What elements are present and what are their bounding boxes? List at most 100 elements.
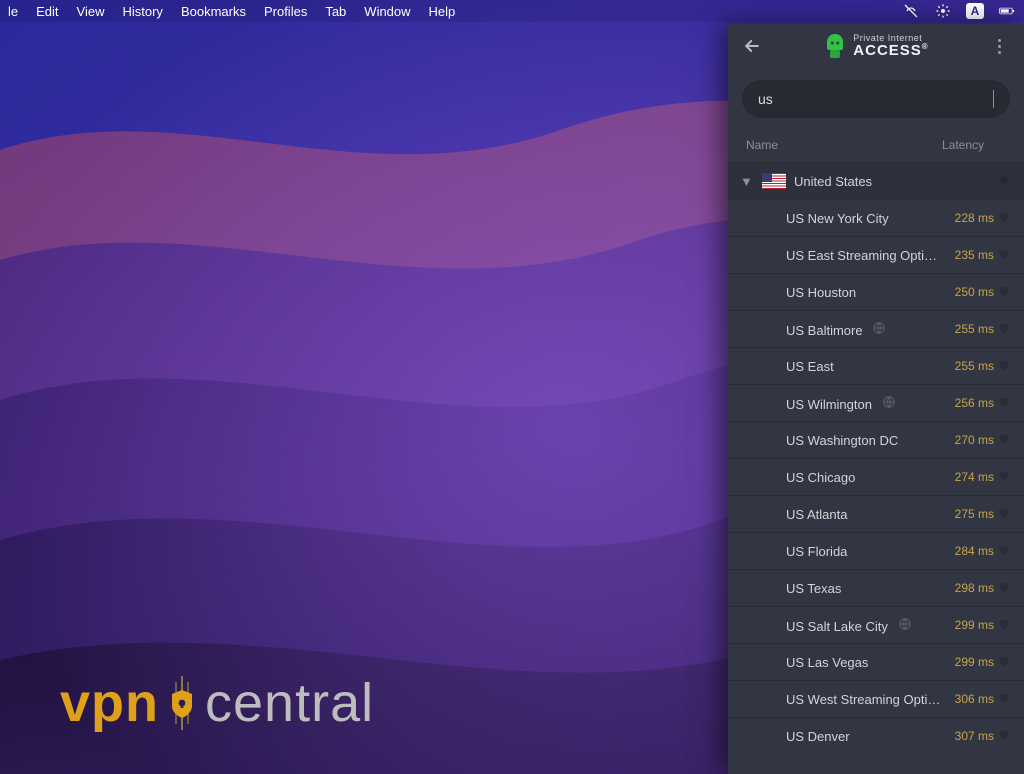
server-name: US Baltimore xyxy=(786,321,942,338)
server-row[interactable]: US Washington DC270 ms xyxy=(728,421,1024,458)
server-row[interactable]: US Atlanta275 ms xyxy=(728,495,1024,532)
menu-item[interactable]: Edit xyxy=(36,4,58,19)
favorite-icon[interactable] xyxy=(994,543,1014,560)
column-headers: Name Latency xyxy=(728,132,1024,162)
server-latency: 306 ms xyxy=(942,692,994,706)
server-latency: 255 ms xyxy=(942,359,994,373)
server-name: US Houston xyxy=(786,285,942,300)
back-button[interactable] xyxy=(738,32,766,60)
input-source-badge[interactable]: A xyxy=(966,3,984,19)
brand-bottom: ACCESS® xyxy=(853,43,928,58)
col-name[interactable]: Name xyxy=(746,138,778,152)
server-name: US Denver xyxy=(786,729,942,744)
menu-item[interactable]: Tab xyxy=(325,4,346,19)
server-latency: 228 ms xyxy=(942,211,994,225)
server-latency: 298 ms xyxy=(942,581,994,595)
macos-menubar: le Edit View History Bookmarks Profiles … xyxy=(0,0,1024,22)
search-container xyxy=(728,68,1024,132)
geo-icon xyxy=(898,619,912,634)
favorite-icon[interactable] xyxy=(994,432,1014,449)
server-row[interactable]: US Salt Lake City 299 ms xyxy=(728,606,1024,643)
favorite-icon[interactable] xyxy=(994,247,1014,264)
server-latency: 307 ms xyxy=(942,729,994,743)
menu-item[interactable]: History xyxy=(122,4,162,19)
server-row[interactable]: US Las Vegas299 ms xyxy=(728,643,1024,680)
favorite-icon[interactable] xyxy=(994,728,1014,745)
server-row[interactable]: US Florida284 ms xyxy=(728,532,1024,569)
server-name: US Texas xyxy=(786,581,942,596)
server-name: US Chicago xyxy=(786,470,942,485)
favorite-icon[interactable] xyxy=(994,617,1014,634)
favorite-icon[interactable] xyxy=(994,469,1014,486)
server-row[interactable]: US Baltimore 255 ms xyxy=(728,310,1024,347)
battery-icon[interactable] xyxy=(998,2,1016,20)
group-label: United States xyxy=(794,174,942,189)
server-latency: 284 ms xyxy=(942,544,994,558)
server-name: US East Streaming Optimiz… xyxy=(786,248,942,263)
pia-robot-icon xyxy=(823,32,847,60)
col-latency[interactable]: Latency xyxy=(942,138,984,152)
vpncentral-watermark: vpn central xyxy=(60,672,374,734)
menu-item[interactable]: Window xyxy=(364,4,410,19)
favorite-icon[interactable] xyxy=(994,580,1014,597)
server-latency: 250 ms xyxy=(942,285,994,299)
server-name: US East xyxy=(786,359,942,374)
menu-item[interactable]: Help xyxy=(429,4,456,19)
watermark-left: vpn xyxy=(60,672,159,734)
more-menu-button[interactable] xyxy=(986,32,1014,60)
menubar-right: A xyxy=(902,2,1016,20)
server-row[interactable]: US Chicago274 ms xyxy=(728,458,1024,495)
chevron-down-icon[interactable]: ▼ xyxy=(740,174,754,189)
favorite-icon[interactable] xyxy=(994,321,1014,338)
server-group-row[interactable]: ▼ United States xyxy=(728,162,1024,199)
pia-logo: Private Internet ACCESS® xyxy=(823,32,928,60)
server-row[interactable]: US West Streaming Optimi…306 ms xyxy=(728,680,1024,717)
favorite-icon[interactable] xyxy=(994,173,1014,190)
server-latency: 299 ms xyxy=(942,618,994,632)
menu-item[interactable]: le xyxy=(8,4,18,19)
server-row[interactable]: US Denver307 ms xyxy=(728,717,1024,754)
favorite-icon[interactable] xyxy=(994,506,1014,523)
server-name: US Florida xyxy=(786,544,942,559)
shield-icon xyxy=(159,676,205,730)
us-flag-icon xyxy=(762,173,786,189)
favorite-icon[interactable] xyxy=(994,395,1014,412)
favorite-icon[interactable] xyxy=(994,284,1014,301)
server-row[interactable]: US New York City228 ms xyxy=(728,199,1024,236)
server-row[interactable]: US East255 ms xyxy=(728,347,1024,384)
server-latency: 299 ms xyxy=(942,655,994,669)
server-row[interactable]: US Houston250 ms xyxy=(728,273,1024,310)
favorite-icon[interactable] xyxy=(994,654,1014,671)
server-row[interactable]: US Wilmington 256 ms xyxy=(728,384,1024,421)
search-field[interactable] xyxy=(742,80,1010,118)
favorite-icon[interactable] xyxy=(994,358,1014,375)
pia-header: Private Internet ACCESS® xyxy=(728,24,1024,68)
menu-item[interactable]: Bookmarks xyxy=(181,4,246,19)
server-row[interactable]: US East Streaming Optimiz…235 ms xyxy=(728,236,1024,273)
search-input[interactable] xyxy=(758,91,992,107)
menu-item[interactable]: View xyxy=(77,4,105,19)
geo-icon xyxy=(872,323,886,338)
menu-item[interactable]: Profiles xyxy=(264,4,307,19)
menubar-left: le Edit View History Bookmarks Profiles … xyxy=(8,4,455,19)
server-list[interactable]: ▼ United States US New York City228 msUS… xyxy=(728,162,1024,774)
server-latency: 270 ms xyxy=(942,433,994,447)
server-latency: 274 ms xyxy=(942,470,994,484)
favorite-icon[interactable] xyxy=(994,210,1014,227)
server-name: US West Streaming Optimi… xyxy=(786,692,942,707)
server-name: US Atlanta xyxy=(786,507,942,522)
server-name: US Las Vegas xyxy=(786,655,942,670)
server-name: US Wilmington xyxy=(786,395,942,412)
geo-icon xyxy=(882,397,896,412)
settings-gear-icon[interactable] xyxy=(934,2,952,20)
server-row[interactable]: US Texas298 ms xyxy=(728,569,1024,606)
pia-panel: Private Internet ACCESS® Name Latency ▼ … xyxy=(728,24,1024,774)
vpn-status-icon[interactable] xyxy=(902,2,920,20)
favorite-icon[interactable] xyxy=(994,691,1014,708)
server-name: US Washington DC xyxy=(786,433,942,448)
server-latency: 275 ms xyxy=(942,507,994,521)
server-latency: 235 ms xyxy=(942,248,994,262)
server-latency: 255 ms xyxy=(942,322,994,336)
text-caret xyxy=(993,90,994,108)
server-latency: 256 ms xyxy=(942,396,994,410)
